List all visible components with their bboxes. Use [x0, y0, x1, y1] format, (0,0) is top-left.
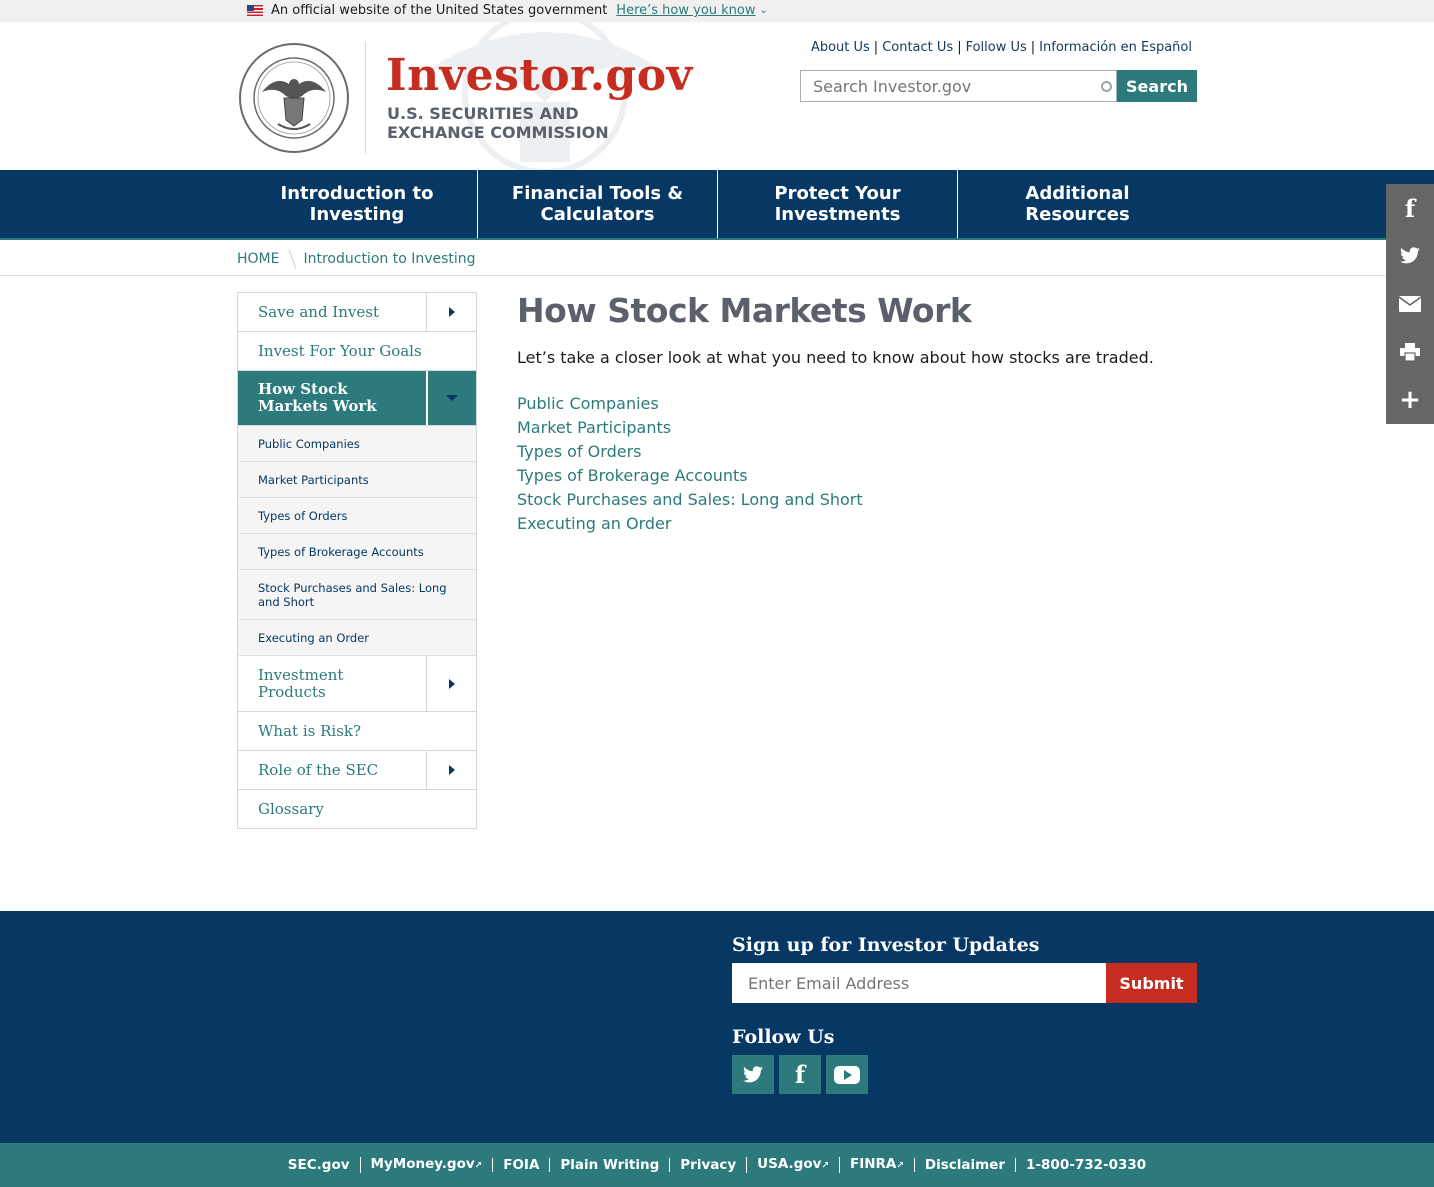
footer-link-usa-gov[interactable]: USA.gov↗ — [746, 1157, 839, 1173]
sidenav-sub-public-companies[interactable]: Public Companies — [238, 426, 476, 462]
external-link-icon: ↗ — [821, 1161, 829, 1171]
link-public-companies[interactable]: Public Companies — [517, 392, 863, 416]
footer-link-mymoney[interactable]: MyMoney.gov↗ — [359, 1157, 493, 1173]
nav-financial-tools[interactable]: Financial Tools & Calculators — [477, 170, 717, 238]
expand-toggle[interactable] — [426, 293, 476, 331]
espanol-link[interactable]: Información en Español — [1039, 40, 1192, 55]
follow-us-title: Follow Us — [732, 1026, 835, 1048]
footer-link-privacy[interactable]: Privacy — [669, 1158, 746, 1172]
print-icon[interactable] — [1386, 328, 1434, 376]
sec-subtitle: U.S. SECURITIES AND EXCHANGE COMMISSION — [387, 104, 609, 142]
caret-down-icon — [446, 395, 458, 401]
chevron-down-icon[interactable]: ⌄ — [760, 5, 768, 16]
breadcrumb-home[interactable]: HOME — [237, 251, 279, 267]
caret-right-icon — [448, 678, 455, 689]
expand-toggle[interactable] — [426, 656, 476, 711]
footer-link-plain-writing[interactable]: Plain Writing — [549, 1158, 669, 1172]
gov-banner-text: An official website of the United States… — [271, 3, 608, 18]
site-footer: Sign up for Investor Updates Submit Foll… — [0, 911, 1434, 1143]
logo-divider — [365, 42, 366, 154]
page-title: How Stock Markets Work — [517, 291, 972, 330]
link-market-participants[interactable]: Market Participants — [517, 416, 863, 440]
site-logo-text[interactable]: Investor.gov — [386, 50, 693, 101]
link-brokerage-accounts[interactable]: Types of Brokerage Accounts — [517, 464, 863, 488]
sidenav-sub-executing-an-order[interactable]: Executing an Order — [238, 620, 476, 656]
page-intro: Let’s take a closer look at what you nee… — [517, 348, 1154, 367]
how-you-know-link[interactable]: Here’s how you know — [616, 3, 755, 18]
submit-button[interactable]: Submit — [1106, 963, 1197, 1003]
footer-link-sec[interactable]: SEC.gov — [278, 1158, 360, 1172]
breadcrumb-separator-icon — [281, 249, 298, 269]
twitter-icon[interactable] — [732, 1055, 774, 1094]
sec-seal-icon[interactable] — [238, 42, 350, 154]
sidenav-item-investment-products[interactable]: Investment Products — [238, 656, 476, 712]
caret-right-icon — [448, 765, 455, 775]
twitter-icon[interactable] — [1386, 232, 1434, 280]
search-box — [800, 70, 1117, 102]
site-header: Investor.gov U.S. SECURITIES AND EXCHANG… — [0, 22, 1434, 170]
link-executing-an-order[interactable]: Executing an Order — [517, 512, 863, 536]
topic-links: Public Companies Market Participants Typ… — [517, 392, 863, 536]
signup-title: Sign up for Investor Updates — [732, 934, 1040, 956]
sidenav-item-invest-for-your-goals[interactable]: Invest For Your Goals — [238, 332, 476, 371]
nav-additional-resources[interactable]: Additional Resources — [957, 170, 1197, 238]
link-types-of-orders[interactable]: Types of Orders — [517, 440, 863, 464]
footer-phone[interactable]: 1-800-732-0330 — [1015, 1158, 1156, 1172]
email-icon[interactable] — [1386, 280, 1434, 328]
share-bar: f + — [1386, 184, 1434, 424]
sidenav-item-glossary[interactable]: Glossary — [238, 790, 476, 828]
sidenav-sub-market-participants[interactable]: Market Participants — [238, 462, 476, 498]
sidenav-sub-types-of-orders[interactable]: Types of Orders — [238, 498, 476, 534]
facebook-icon[interactable]: f — [1386, 184, 1434, 232]
about-us-link[interactable]: About Us — [811, 40, 870, 55]
sidenav-item-role-of-the-sec[interactable]: Role of the SEC — [238, 751, 476, 790]
youtube-icon[interactable] — [826, 1055, 868, 1094]
search-button[interactable]: Search — [1117, 70, 1197, 102]
external-link-icon: ↗ — [474, 1161, 483, 1171]
sidenav-item-what-is-risk[interactable]: What is Risk? — [238, 712, 476, 751]
contact-us-link[interactable]: Contact Us — [882, 40, 953, 55]
sidenav-item-save-and-invest[interactable]: Save and Invest — [238, 293, 476, 332]
side-nav: Save and Invest Invest For Your Goals Ho… — [237, 292, 477, 829]
sidenav-sub-long-and-short[interactable]: Stock Purchases and Sales: Long and Shor… — [238, 570, 476, 620]
email-input[interactable] — [732, 963, 1106, 1003]
search-loading-icon — [1101, 81, 1112, 92]
search-input[interactable] — [801, 71, 1116, 101]
plus-icon[interactable]: + — [1386, 376, 1434, 424]
collapse-toggle[interactable] — [426, 371, 476, 425]
link-long-and-short[interactable]: Stock Purchases and Sales: Long and Shor… — [517, 488, 863, 512]
nav-protect-investments[interactable]: Protect Your Investments — [717, 170, 957, 238]
sidenav-sub-brokerage-accounts[interactable]: Types of Brokerage Accounts — [238, 534, 476, 570]
gov-banner: An official website of the United States… — [0, 0, 1434, 22]
main-nav: Introduction to Investing Financial Tool… — [0, 170, 1434, 240]
breadcrumb: HOME Introduction to Investing — [0, 240, 1434, 276]
external-link-icon: ↗ — [896, 1161, 904, 1171]
expand-toggle[interactable] — [426, 751, 476, 789]
social-links: f — [732, 1055, 868, 1094]
bottom-links-bar: SEC.gov MyMoney.gov↗ FOIA Plain Writing … — [0, 1143, 1434, 1187]
footer-link-finra[interactable]: FINRA↗ — [838, 1157, 914, 1173]
footer-link-disclaimer[interactable]: Disclaimer — [913, 1158, 1015, 1172]
us-flag-icon — [247, 5, 263, 16]
nav-introduction-to-investing[interactable]: Introduction to Investing — [237, 170, 477, 238]
breadcrumb-current[interactable]: Introduction to Investing — [303, 251, 475, 267]
utility-links: About Us | Contact Us | Follow Us | Info… — [810, 40, 1192, 55]
caret-right-icon — [448, 307, 455, 317]
footer-link-foia[interactable]: FOIA — [492, 1158, 549, 1172]
facebook-icon[interactable]: f — [779, 1055, 821, 1094]
sidenav-item-how-stock-markets-work[interactable]: How Stock Markets Work — [238, 371, 476, 426]
follow-us-link[interactable]: Follow Us — [966, 40, 1027, 55]
